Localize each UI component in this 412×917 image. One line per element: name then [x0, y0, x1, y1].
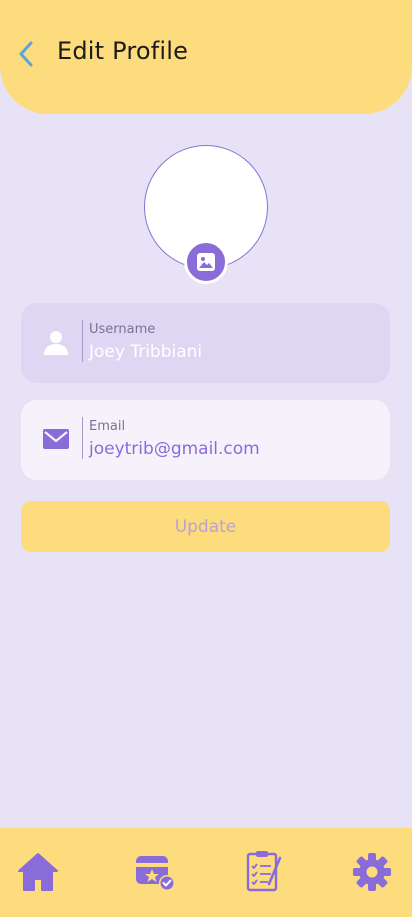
page-title: Edit Profile — [57, 37, 189, 65]
field-divider — [82, 417, 83, 459]
bottom-nav — [0, 828, 412, 917]
change-photo-button[interactable] — [184, 240, 228, 284]
nav-tasks[interactable] — [241, 850, 285, 894]
checklist-icon — [246, 851, 282, 892]
username-field[interactable]: Username Joey Tribbiani — [21, 303, 390, 383]
profile-avatar-section — [144, 145, 268, 284]
email-label: Email — [89, 419, 126, 434]
field-divider — [82, 320, 83, 362]
image-icon — [197, 253, 215, 271]
nav-events[interactable] — [133, 850, 177, 894]
back-button[interactable] — [12, 40, 40, 68]
nav-settings[interactable] — [350, 850, 394, 894]
mail-icon — [41, 424, 71, 454]
chevron-left-icon — [19, 41, 33, 67]
email-field[interactable]: Email joeytrib@gmail.com — [21, 400, 390, 480]
username-input[interactable]: Joey Tribbiani — [89, 342, 202, 362]
event-card-check-icon — [136, 856, 175, 891]
header: Edit Profile — [0, 0, 412, 114]
user-icon — [41, 327, 71, 357]
home-icon — [18, 853, 58, 891]
email-input[interactable]: joeytrib@gmail.com — [89, 439, 260, 459]
nav-home[interactable] — [16, 850, 60, 894]
gear-icon — [353, 853, 391, 891]
username-label: Username — [89, 322, 156, 337]
update-button[interactable]: Update — [21, 501, 390, 552]
